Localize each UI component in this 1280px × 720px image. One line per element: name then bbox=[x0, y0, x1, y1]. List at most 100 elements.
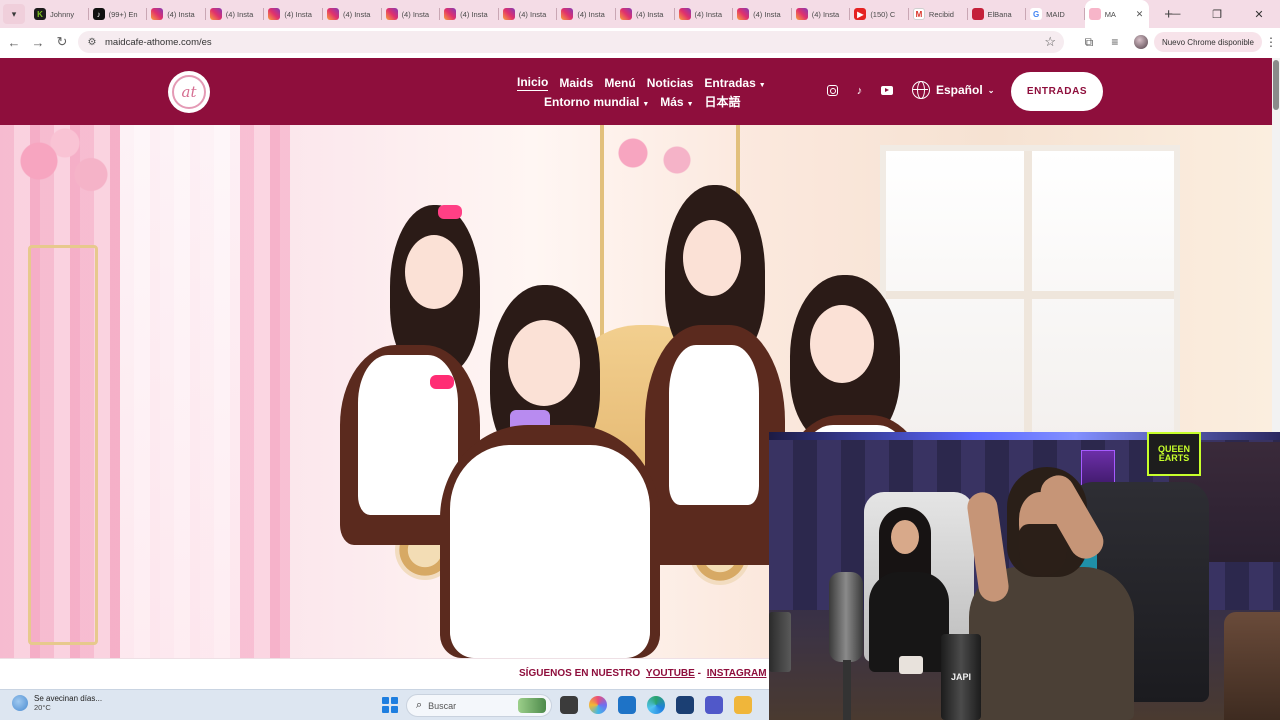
tab[interactable]: ElBana bbox=[968, 0, 1027, 28]
youtube-icon: ▶ bbox=[854, 8, 867, 20]
tiktok-icon: ♪ bbox=[92, 8, 105, 20]
instagram-icon[interactable] bbox=[826, 84, 839, 97]
instagram-icon bbox=[619, 8, 632, 20]
tab[interactable]: (4) Insta bbox=[616, 0, 675, 28]
tab-search-button[interactable]: ▾ bbox=[3, 4, 25, 24]
scrollbar-thumb[interactable] bbox=[1273, 60, 1279, 110]
social-links: ♪ bbox=[826, 84, 907, 97]
nav-entradas[interactable]: Entradas ▼ bbox=[704, 76, 765, 90]
tab[interactable]: (4) Insta bbox=[792, 0, 851, 28]
back-icon[interactable]: ← bbox=[2, 30, 26, 54]
tab[interactable]: M Recibid bbox=[909, 0, 968, 28]
gmail-icon: M bbox=[912, 8, 925, 20]
url-text[interactable]: maidcafe-athome.com/es bbox=[105, 37, 212, 48]
tab-title: (4) Insta bbox=[284, 9, 312, 19]
tab[interactable]: (4) Insta bbox=[264, 0, 323, 28]
minimize-icon[interactable]: — bbox=[1154, 0, 1196, 28]
tab[interactable]: (4) Insta bbox=[382, 0, 441, 28]
tab[interactable]: (4) Insta bbox=[206, 0, 265, 28]
forward-icon[interactable]: → bbox=[26, 30, 50, 54]
task-view-icon[interactable] bbox=[560, 696, 578, 714]
close-tab-icon[interactable]: ✕ bbox=[1136, 9, 1144, 20]
drink-can bbox=[769, 612, 791, 672]
nav-entorno-mundial[interactable]: Entorno mundial ▼ bbox=[544, 95, 649, 109]
nav-mas[interactable]: Más ▼ bbox=[660, 95, 693, 109]
tab[interactable]: (4) Insta bbox=[733, 0, 792, 28]
youtube-link[interactable]: YOUTUBE bbox=[646, 668, 695, 679]
language-label: Español bbox=[936, 83, 983, 97]
instagram-icon bbox=[268, 8, 281, 20]
poster-text: QUEEN EARTS bbox=[1157, 444, 1190, 463]
address-bar[interactable]: ⚙ maidcafe-athome.com/es ☆ bbox=[78, 31, 1064, 53]
tab[interactable]: (4) Insta bbox=[323, 0, 382, 28]
caret-down-icon: ▼ bbox=[686, 100, 694, 108]
tab-title: (4) Insta bbox=[460, 9, 488, 19]
weather-widget[interactable]: Se avecinan días... 20°C bbox=[12, 694, 102, 712]
tab[interactable]: ▶ (150) C bbox=[850, 0, 909, 28]
instagram-icon bbox=[444, 8, 457, 20]
outlook-icon[interactable] bbox=[618, 696, 636, 714]
site-info-icon[interactable]: ⚙ bbox=[85, 35, 99, 49]
nav-japanese[interactable]: 日本語 bbox=[705, 93, 741, 110]
tab[interactable]: (4) Insta bbox=[675, 0, 734, 28]
taskbar-search[interactable]: ⌕ Buscar bbox=[406, 694, 552, 717]
poster-queen: QUEEN EARTS bbox=[1147, 432, 1201, 476]
tab-active[interactable]: MA ✕ bbox=[1084, 0, 1149, 28]
tab[interactable]: (4) Insta bbox=[557, 0, 616, 28]
youtube-icon[interactable] bbox=[880, 84, 893, 97]
restore-icon[interactable]: ❐ bbox=[1196, 0, 1238, 28]
media-controls-icon[interactable]: ≡ bbox=[1102, 29, 1128, 55]
profile-avatar[interactable] bbox=[1133, 35, 1148, 49]
can-label: JAPI bbox=[950, 672, 971, 682]
nav-maids[interactable]: Maids bbox=[559, 76, 593, 90]
teams-icon[interactable] bbox=[705, 696, 723, 714]
tab[interactable]: K Johnny bbox=[30, 0, 89, 28]
logo-mark: at bbox=[172, 75, 206, 109]
site-icon bbox=[971, 8, 984, 20]
instagram-icon bbox=[737, 8, 750, 20]
browser-tab-strip: ▾ K Johnny ♪ (99+) En (4) Insta (4) Insta (4) … bbox=[0, 0, 1280, 28]
tab[interactable]: (4) Insta bbox=[440, 0, 499, 28]
tab-title: (4) Insta bbox=[577, 9, 605, 19]
more-menu-icon[interactable]: ⋮ bbox=[1262, 35, 1280, 49]
bookmark-star-icon[interactable]: ☆ bbox=[1044, 34, 1056, 50]
tab[interactable]: G MAID bbox=[1026, 0, 1085, 28]
entradas-button[interactable]: ENTRADAS bbox=[1011, 72, 1103, 111]
copilot-icon[interactable] bbox=[589, 696, 607, 714]
language-selector[interactable]: Español ⌄ bbox=[912, 81, 994, 99]
extensions-icon[interactable]: ⧉ bbox=[1076, 29, 1102, 55]
toolbar-right: ⧉ ≡ Nuevo Chrome disponible ⋮ bbox=[1076, 28, 1280, 56]
site-logo[interactable]: at bbox=[168, 71, 210, 113]
tab[interactable]: (4) Insta bbox=[499, 0, 558, 28]
sofa bbox=[1224, 612, 1280, 720]
tab[interactable]: (4) Insta bbox=[147, 0, 206, 28]
search-highlight-image bbox=[518, 698, 546, 713]
search-icon: ⌕ bbox=[416, 699, 423, 711]
nav-row-primary: Inicio Maids Menú Noticias Entradas ▼ bbox=[517, 73, 777, 92]
windows-start-icon[interactable] bbox=[382, 697, 398, 713]
instagram-link[interactable]: INSTAGRAM bbox=[707, 668, 767, 679]
tab[interactable]: ♪ (99+) En bbox=[89, 0, 148, 28]
instagram-icon bbox=[151, 8, 164, 20]
nav-menu[interactable]: Menú bbox=[604, 76, 635, 90]
nav-entradas-label: Entradas bbox=[704, 75, 756, 90]
reload-icon[interactable]: ↻ bbox=[50, 30, 74, 54]
file-explorer-icon[interactable] bbox=[734, 696, 752, 714]
instagram-icon bbox=[326, 8, 339, 20]
gold-ornament-left bbox=[28, 245, 98, 645]
globe-icon bbox=[912, 81, 930, 99]
nav-noticias[interactable]: Noticias bbox=[647, 76, 694, 90]
weather-icon bbox=[12, 695, 28, 711]
streamer-woman-face bbox=[891, 520, 919, 554]
tab-list: K Johnny ♪ (99+) En (4) Insta (4) Insta (4) In… bbox=[30, 0, 1149, 28]
tiktok-icon[interactable]: ♪ bbox=[853, 84, 866, 97]
tab-title: (4) Insta bbox=[811, 9, 840, 19]
edge-icon[interactable] bbox=[647, 696, 665, 714]
chrome-update-button[interactable]: Nuevo Chrome disponible bbox=[1153, 32, 1262, 52]
store-icon[interactable] bbox=[676, 696, 694, 714]
nav-inicio[interactable]: Inicio bbox=[517, 75, 549, 91]
screen: ▾ K Johnny ♪ (99+) En (4) Insta (4) Insta (4) … bbox=[0, 0, 1280, 720]
browser-toolbar: ← → ↻ ⚙ maidcafe-athome.com/es ☆ ⧉ ≡ Nue… bbox=[0, 28, 1280, 56]
close-icon[interactable]: ✕ bbox=[1238, 0, 1280, 28]
tab-title: (4) Insta bbox=[401, 9, 430, 19]
